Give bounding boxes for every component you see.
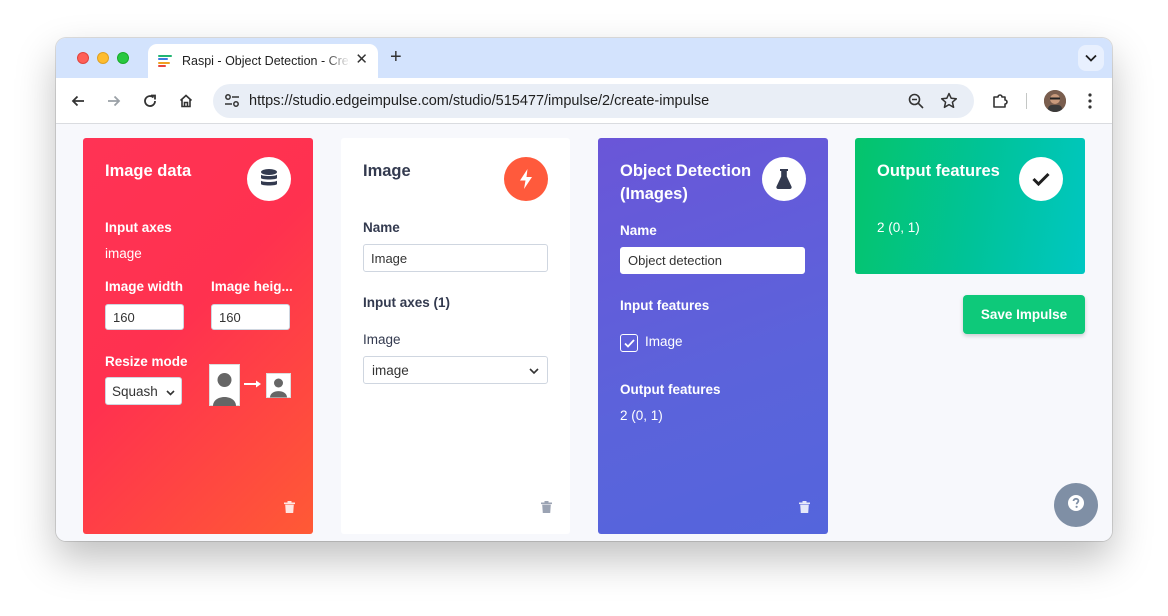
tab-search-chevron-down-icon[interactable]: [1078, 45, 1104, 71]
processing-block: Image Name Image Input axes (1) Image im…: [341, 138, 570, 534]
chevron-down-icon: [166, 384, 175, 399]
block-title: Object Detection (Images): [620, 162, 752, 203]
help-button[interactable]: [1054, 483, 1098, 527]
block-title: Output features: [877, 162, 1000, 180]
image-width-label: Image width: [105, 279, 184, 294]
learning-name-input[interactable]: Object detection: [620, 247, 805, 274]
bookmark-star-icon[interactable]: [939, 91, 959, 116]
site-settings-icon[interactable]: [223, 92, 241, 115]
output-block: Output features 2 (0, 1): [855, 138, 1085, 274]
browser-toolbar: https://studio.edgeimpulse.com/studio/51…: [56, 78, 1112, 124]
new-tab-icon[interactable]: +: [390, 46, 402, 68]
toolbar-divider: [1026, 93, 1027, 109]
url-text: https://studio.edgeimpulse.com/studio/51…: [249, 93, 710, 109]
block-title: Image data: [105, 162, 192, 180]
browser-window: Raspi - Object Detection - Create impuls…: [56, 38, 1112, 541]
input-axes-label: Input axes: [105, 220, 172, 235]
zoom-magnifier-icon[interactable]: [907, 92, 925, 115]
delete-trash-icon[interactable]: [541, 500, 552, 518]
output-features-value: 2 (0, 1): [877, 220, 920, 235]
resize-mode-select[interactable]: Squash: [105, 377, 182, 405]
maximize-window-button[interactable]: [117, 52, 129, 64]
create-impulse-page: Image data Input axes image Image width …: [56, 125, 1112, 541]
chevron-down-icon: [529, 363, 539, 378]
minimize-window-button[interactable]: [97, 52, 109, 64]
browser-tab-active[interactable]: Raspi - Object Detection - Create impuls…: [148, 44, 378, 78]
reload-icon[interactable]: [140, 91, 160, 111]
image-feature-label: Image: [645, 334, 683, 349]
image-height-input[interactable]: 160: [211, 304, 290, 330]
close-window-button[interactable]: [77, 52, 89, 64]
block-title: Image: [363, 162, 411, 180]
resize-mode-value: Squash: [112, 383, 158, 399]
bolt-icon: [504, 157, 548, 201]
browser-menu-kebab-icon[interactable]: [1080, 91, 1100, 111]
check-icon: [1019, 157, 1063, 201]
question-icon: [1068, 494, 1084, 516]
resize-mode-label: Resize mode: [105, 354, 188, 369]
delete-trash-icon[interactable]: [799, 500, 810, 518]
home-icon[interactable]: [176, 91, 196, 111]
extensions-puzzle-icon[interactable]: [990, 91, 1010, 111]
input-axes-value: image: [105, 246, 142, 261]
image-feature-checkbox[interactable]: [620, 334, 638, 352]
forward-arrow-icon[interactable]: [104, 91, 124, 111]
tab-close-icon[interactable]: ✕: [355, 52, 368, 68]
flask-icon: [762, 157, 806, 201]
edge-impulse-favicon-icon: [158, 55, 172, 67]
output-features-label: Output features: [620, 382, 721, 397]
tab-bar: Raspi - Object Detection - Create impuls…: [56, 38, 1112, 78]
processing-name-input[interactable]: Image: [363, 244, 548, 272]
database-icon: [247, 157, 291, 201]
image-data-block: Image data Input axes image Image width …: [83, 138, 313, 534]
image-height-label: Image heig...: [211, 279, 293, 294]
input-features-label: Input features: [620, 298, 710, 313]
address-bar[interactable]: https://studio.edgeimpulse.com/studio/51…: [213, 84, 974, 118]
delete-trash-icon[interactable]: [284, 500, 295, 518]
output-features-value: 2 (0, 1): [620, 408, 663, 423]
input-axes-count-label: Input axes (1): [363, 295, 451, 310]
axis-select[interactable]: image: [363, 356, 548, 384]
back-arrow-icon[interactable]: [68, 91, 88, 111]
axis-image-label: Image: [363, 332, 401, 347]
name-label: Name: [363, 220, 400, 235]
learning-block: Object Detection (Images) Name Object de…: [598, 138, 828, 534]
tab-title: Raspi - Object Detection - Create impuls…: [182, 54, 350, 68]
name-label: Name: [620, 223, 657, 238]
save-impulse-button[interactable]: Save Impulse: [963, 295, 1085, 334]
axis-select-value: image: [372, 362, 409, 378]
squash-illustration-icon: [209, 364, 291, 411]
profile-avatar[interactable]: [1044, 90, 1066, 112]
image-width-input[interactable]: 160: [105, 304, 184, 330]
